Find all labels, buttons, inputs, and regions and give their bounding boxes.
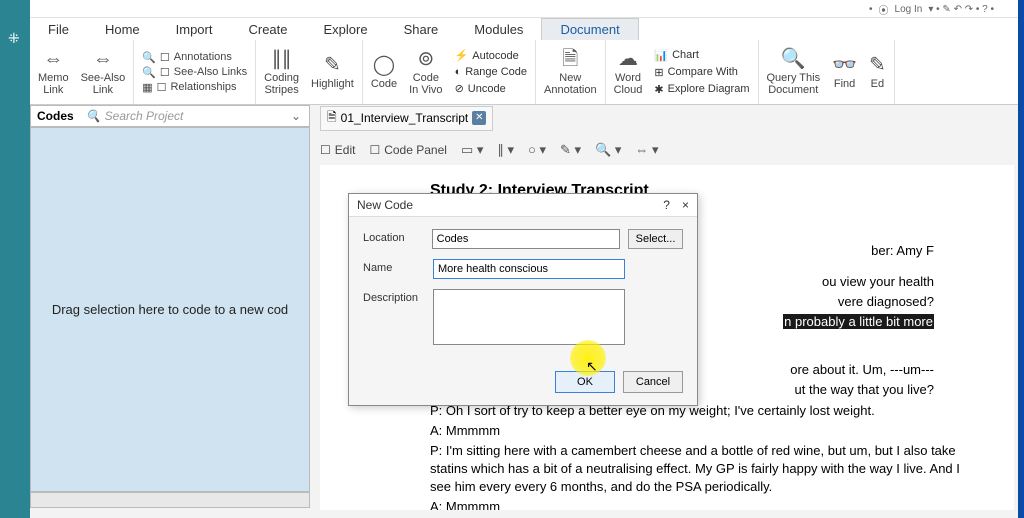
codes-drop-message: Drag selection here to code to a new cod — [42, 302, 298, 317]
chart-button[interactable]: 📊Chart — [654, 48, 749, 63]
location-label: Location — [363, 229, 432, 244]
menu-import[interactable]: Import — [158, 19, 231, 40]
doc-icon: 🗎 — [327, 108, 337, 129]
bolt-icon: ⚡ — [455, 49, 469, 62]
code-button[interactable]: ◯Code — [371, 54, 397, 90]
range-icon: ◐ — [455, 66, 462, 78]
word-cloud-button[interactable]: ☁Word Cloud — [614, 48, 643, 96]
menu-create[interactable]: Create — [230, 19, 305, 40]
panel-dropdown[interactable]: ⌄ — [283, 109, 309, 123]
codes-drop-area[interactable]: Drag selection here to code to a new cod — [30, 127, 310, 492]
binoculars-icon: 👓 — [832, 54, 857, 76]
menu-bar: File Home Import Create Explore Share Mo… — [30, 18, 1024, 40]
name-label: Name — [363, 259, 433, 274]
codes-horizontal-scrollbar[interactable] — [30, 492, 310, 508]
menu-home[interactable]: Home — [87, 19, 158, 40]
description-field[interactable] — [433, 289, 625, 345]
relationships-button[interactable]: ▦☐Relationships — [142, 81, 247, 94]
pencil-icon: ✎ — [869, 54, 886, 76]
range-code-button[interactable]: ◐Range Code — [455, 65, 527, 79]
magnify-icon: 🔍 — [781, 48, 806, 70]
find-button[interactable]: 👓Find — [832, 54, 857, 90]
a-line-1: A: Mmmmm — [430, 422, 974, 440]
cloud-icon: ☁ — [618, 48, 638, 70]
codes-panel-title: Codes — [31, 109, 80, 123]
search-project-input[interactable]: 🔍 Search Project — [80, 109, 283, 123]
codes-panel-header: Codes 🔍 Search Project ⌄ — [30, 105, 310, 127]
code-in-vivo-button[interactable]: ⊚Code In Vivo — [409, 48, 442, 96]
select-location-button[interactable]: Select... — [628, 229, 683, 249]
ok-button[interactable]: OK — [555, 371, 615, 393]
compare-icon: ⊞ — [654, 66, 663, 79]
document-toolbar: ☐Edit ☐Code Panel ▭ ▾ ∥ ▾ ○ ▾ ✎ ▾ 🔍 ▾ ⇔ … — [320, 138, 1014, 162]
line-spacing-dropdown[interactable]: ∥ ▾ — [497, 142, 514, 158]
grid-icon: ▦ — [142, 81, 152, 94]
title-dot: • — [869, 4, 873, 15]
title-bar: • ⦿ Log In ▾ • ✎ ↶ ↷ • ? • — [30, 0, 1024, 18]
menu-share[interactable]: Share — [386, 19, 457, 40]
p-line-2: P: I'm sitting here with a camembert che… — [430, 442, 974, 497]
edit-checkbox[interactable]: ☐Edit — [320, 143, 355, 157]
explore-diagram-button[interactable]: ✱Explore Diagram — [654, 82, 749, 97]
memo-link-button[interactable]: ⇔Memo Link — [38, 48, 69, 96]
link-dropdown[interactable]: ⇔ ▾ — [635, 142, 658, 158]
annotations-button[interactable]: 🔍☐Annotations — [142, 51, 247, 64]
uncode-button[interactable]: ⊘Uncode — [455, 81, 527, 96]
cancel-button[interactable]: Cancel — [623, 371, 683, 393]
zoom-dropdown[interactable]: 🔍 ▾ — [595, 142, 621, 158]
login-link[interactable]: Log In — [895, 4, 923, 15]
query-this-doc-button[interactable]: 🔍Query This Document — [767, 48, 821, 96]
coding-stripes-button[interactable]: ∥∥Coding Stripes — [264, 48, 299, 96]
dialog-help-button[interactable]: ? — [663, 198, 670, 212]
document-tab-label: 01_Interview_Transcript — [341, 111, 469, 125]
shape-dropdown[interactable]: ○ ▾ — [528, 142, 546, 158]
compare-with-button[interactable]: ⊞Compare With — [654, 65, 749, 80]
highlighted-text: n probably a little bit more — [783, 314, 934, 329]
circle-icon: ◯ — [373, 54, 395, 76]
code-panel-checkbox[interactable]: ☐Code Panel — [369, 143, 446, 157]
window-right-edge — [1018, 0, 1024, 518]
ribbon: ⇔Memo Link ⇔See-Also Link 🔍☐Annotations … — [30, 40, 1024, 105]
uncode-icon: ⊘ — [455, 82, 464, 95]
link-icon: ⇔ — [93, 48, 113, 70]
dialog-title: New Code — [357, 198, 413, 212]
stripes-icon: ∥∥ — [272, 48, 292, 70]
title-sep: ▾ • ✎ ↶ ↷ • ? • — [928, 4, 994, 15]
new-annotation-button[interactable]: 🗎New Annotation — [544, 48, 597, 96]
login-icon: ⦿ — [879, 2, 889, 17]
description-label: Description — [363, 289, 433, 304]
a-line-2: A: Mmmmm — [430, 498, 974, 510]
pen-dropdown[interactable]: ✎ ▾ — [560, 142, 581, 158]
layout-dropdown[interactable]: ▭ ▾ — [461, 142, 483, 158]
highlight-button[interactable]: ✎Highlight — [311, 54, 354, 90]
location-field[interactable] — [432, 229, 620, 249]
edit-button-partial[interactable]: ✎Ed — [869, 54, 886, 90]
highlight-icon: ✎ — [324, 54, 341, 76]
new-code-dialog: New Code ? × Location Select... Name Des… — [348, 193, 698, 406]
note-icon: 🗎 — [562, 48, 578, 70]
app-handle-icon: ⁜ — [8, 30, 21, 47]
menu-modules[interactable]: Modules — [456, 19, 541, 40]
see-also-link-button[interactable]: ⇔See-Also Link — [81, 48, 126, 96]
document-tab-bar: 🗎 01_Interview_Transcript ✕ — [320, 108, 493, 128]
search-icon: 🔍 — [86, 109, 101, 123]
search-icon: 🔍 — [142, 66, 156, 79]
see-also-links-button[interactable]: 🔍☐See-Also Links — [142, 66, 247, 79]
name-field[interactable] — [433, 259, 625, 279]
invivo-icon: ⊚ — [417, 48, 434, 70]
chart-icon: 📊 — [654, 49, 668, 62]
menu-document[interactable]: Document — [541, 18, 638, 40]
app-left-rail: ⁜ — [0, 0, 30, 518]
search-icon: 🔍 — [142, 51, 156, 64]
autocode-button[interactable]: ⚡Autocode — [455, 48, 527, 63]
dialog-close-button[interactable]: × — [682, 198, 689, 212]
menu-file[interactable]: File — [30, 19, 87, 40]
close-tab-button[interactable]: ✕ — [472, 111, 486, 125]
document-tab[interactable]: 🗎 01_Interview_Transcript ✕ — [320, 106, 493, 131]
menu-explore[interactable]: Explore — [306, 19, 386, 40]
diagram-icon: ✱ — [654, 83, 663, 96]
link-icon: ⇔ — [43, 48, 63, 70]
dialog-titlebar[interactable]: New Code ? × — [349, 194, 697, 217]
